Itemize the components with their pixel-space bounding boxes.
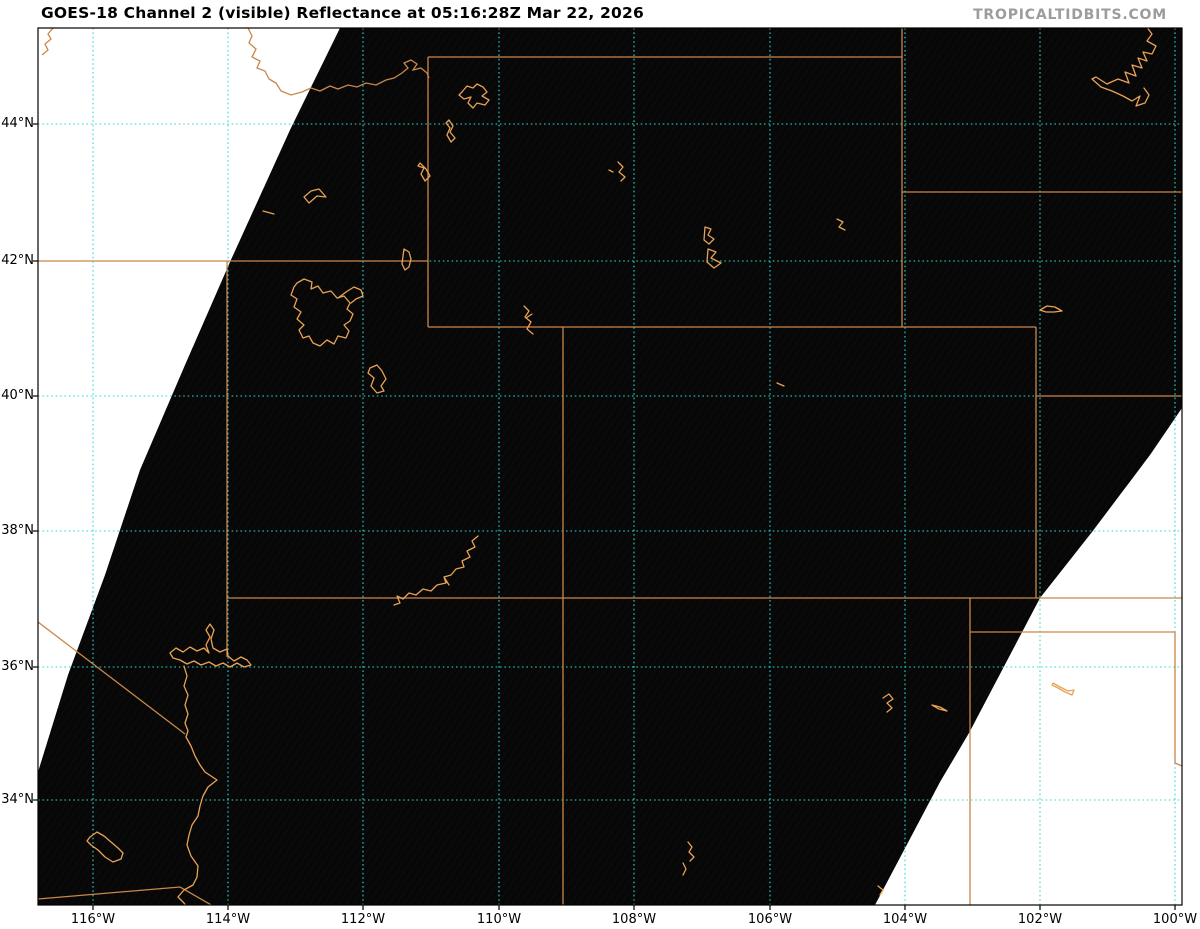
lat-tick-label: 40°N: [1, 388, 34, 403]
lon-tick-label: 106°W: [747, 912, 793, 927]
lon-tick-label: 100°W: [1152, 912, 1198, 927]
lon-tick-label: 110°W: [476, 912, 522, 927]
lat-tick-label: 34°N: [1, 792, 34, 807]
lat-tick-label: 44°N: [1, 116, 34, 131]
lon-tick-label: 108°W: [611, 912, 657, 927]
lat-tick-label: 38°N: [1, 523, 34, 538]
lon-tick-label: 114°W: [205, 912, 251, 927]
satellite-map: [33, 27, 1183, 910]
lon-tick-label: 104°W: [882, 912, 928, 927]
lon-tick-label: 116°W: [70, 912, 116, 927]
lon-tick-label: 112°W: [340, 912, 386, 927]
lon-tick-label: 102°W: [1017, 912, 1063, 927]
lat-tick-label: 36°N: [1, 659, 34, 674]
satellite-image-page: GOES-18 Channel 2 (visible) Reflectance …: [0, 0, 1200, 929]
lat-tick-label: 42°N: [1, 253, 34, 268]
